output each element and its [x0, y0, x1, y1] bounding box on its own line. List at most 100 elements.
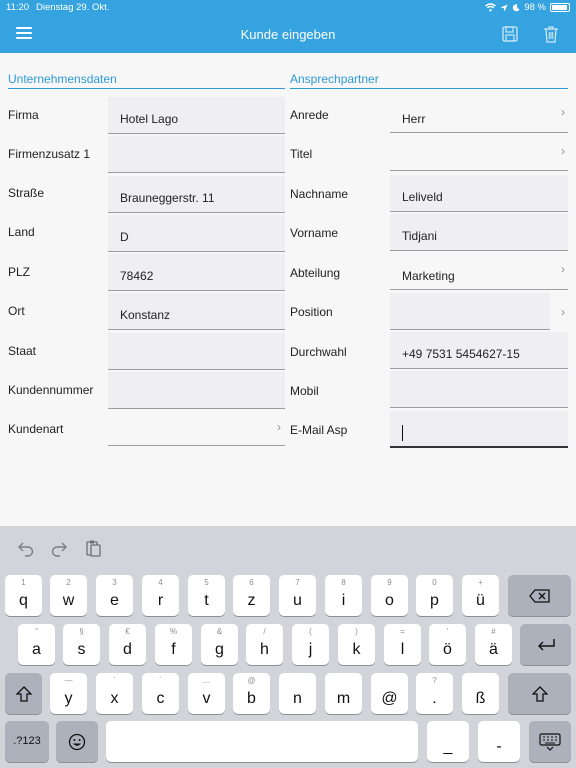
save-icon[interactable] — [501, 25, 519, 43]
strasse-label: Straße — [8, 186, 45, 200]
key-eszett[interactable]: ß — [462, 673, 499, 714]
customer-form: Unternehmensdaten Ansprechpartner Firma … — [0, 53, 576, 526]
key-u[interactable]: 7u — [279, 575, 316, 616]
shift-key-right[interactable] — [508, 673, 571, 714]
shift-key-left[interactable] — [5, 673, 42, 714]
strasse-input[interactable]: Brauneggerstr. 11 — [108, 176, 285, 213]
kundenart-select[interactable] — [108, 409, 285, 446]
key-o[interactable]: 9o — [371, 575, 408, 616]
key-c[interactable]: ´ c — [142, 673, 179, 714]
key-ue[interactable]: + ü — [462, 575, 499, 616]
paste-icon[interactable] — [84, 539, 102, 557]
key-r[interactable]: 4r — [142, 575, 179, 616]
plz-label: PLZ — [8, 265, 31, 279]
email-input[interactable] — [390, 411, 568, 448]
status-date: Dienstag 29. Okt. — [36, 2, 110, 13]
position-chevron-icon[interactable]: › — [561, 305, 565, 319]
key-m[interactable]: m — [325, 673, 362, 714]
key-j[interactable]: (j — [292, 624, 329, 665]
key-q[interactable]: 1q — [5, 575, 42, 616]
key-h[interactable]: / h — [246, 624, 283, 665]
anrede-chevron-icon: › — [561, 105, 565, 119]
keyboard-shortcut-bar — [0, 526, 576, 571]
vorname-label: Vorname — [290, 226, 339, 240]
key-d[interactable]: € d — [109, 624, 146, 665]
abteilung-label: Abteilung — [290, 266, 341, 280]
key-p[interactable]: 0p — [416, 575, 453, 616]
ort-input[interactable]: Konstanz — [108, 293, 285, 330]
staat-input[interactable] — [108, 333, 285, 370]
emoji-icon — [68, 733, 86, 750]
mobil-label: Mobil — [290, 384, 319, 398]
contact-section-title: Ansprechpartner — [290, 72, 379, 86]
trash-icon[interactable] — [542, 25, 560, 43]
emoji-key[interactable] — [56, 721, 98, 762]
key-n[interactable]: n — [279, 673, 316, 714]
key-underscore[interactable]: _ — [427, 721, 469, 762]
kundennummer-input[interactable] — [108, 372, 285, 409]
key-hyphen[interactable]: - — [478, 721, 520, 762]
key-ae[interactable]: # ä — [475, 624, 512, 665]
key-z[interactable]: 6z — [233, 575, 270, 616]
staat-label: Staat — [8, 344, 37, 358]
kundenart-label: Kundenart — [8, 422, 64, 436]
key-k[interactable]: ) k — [338, 624, 375, 665]
firma-label: Firma — [8, 108, 39, 122]
space-key[interactable] — [106, 721, 418, 762]
anrede-select[interactable]: Herr — [390, 96, 568, 133]
key-y[interactable]: — y — [50, 673, 87, 714]
redo-icon[interactable] — [50, 539, 68, 557]
page-title: Kunde eingeben — [240, 27, 336, 42]
key-w[interactable]: 2w — [50, 575, 87, 616]
key-l[interactable]: = l — [384, 624, 421, 665]
contact-section-divider — [290, 88, 568, 89]
company-section-title: Unternehmensdaten — [8, 72, 117, 86]
key-period[interactable]: ?. — [416, 673, 453, 714]
navbar: Kunde eingeben — [0, 16, 576, 53]
email-label: E-Mail Asp — [290, 423, 348, 437]
firmenzusatz-label: Firmenzusatz 1 — [8, 147, 91, 161]
return-key[interactable] — [520, 624, 571, 665]
key-e[interactable]: 3e — [96, 575, 133, 616]
battery-icon — [550, 3, 570, 12]
abteilung-select[interactable]: Marketing — [390, 253, 568, 290]
shift-icon — [15, 685, 32, 702]
key-a[interactable]: " a — [18, 624, 55, 665]
key-s[interactable]: § s — [63, 624, 100, 665]
key-x[interactable]: ` x — [96, 673, 133, 714]
numbers-key[interactable]: .?123 — [5, 721, 49, 762]
plz-input[interactable]: 78462 — [108, 254, 285, 291]
mobil-input[interactable] — [390, 371, 568, 408]
key-b[interactable]: @ b — [233, 673, 270, 714]
wifi-icon — [485, 3, 497, 12]
undo-icon[interactable] — [17, 539, 35, 557]
anrede-label: Anrede — [290, 108, 329, 122]
key-g[interactable]: & g — [201, 624, 238, 665]
position-input[interactable] — [390, 293, 550, 330]
key-oe[interactable]: ' ö — [429, 624, 466, 665]
land-label: Land — [8, 225, 35, 239]
key-v[interactable]: … v — [188, 673, 225, 714]
company-section-divider — [8, 88, 285, 89]
key-t[interactable]: 5t — [188, 575, 225, 616]
hide-keyboard-key[interactable] — [529, 721, 571, 762]
firma-input[interactable]: Hotel Lago — [108, 97, 285, 134]
key-at[interactable]: @ — [371, 673, 408, 714]
ort-label: Ort — [8, 304, 25, 318]
return-icon — [537, 638, 555, 650]
vorname-input[interactable]: Tidjani — [390, 214, 568, 251]
location-icon — [500, 4, 508, 11]
status-right: 98 % — [485, 2, 570, 13]
titel-label: Titel — [290, 147, 313, 161]
durchwahl-input[interactable]: +49 7531 5454627-15 — [390, 332, 568, 369]
durchwahl-label: Durchwahl — [290, 345, 347, 359]
key-f[interactable]: % f — [155, 624, 192, 665]
backspace-key[interactable] — [508, 575, 571, 616]
nachname-input[interactable]: Leliveld — [390, 175, 568, 212]
titel-select[interactable] — [390, 134, 568, 171]
position-label: Position — [290, 305, 333, 319]
key-i[interactable]: 8i — [325, 575, 362, 616]
firmenzusatz-input[interactable] — [108, 136, 285, 173]
abteilung-chevron-icon: › — [561, 262, 565, 276]
land-input[interactable]: D — [108, 215, 285, 252]
